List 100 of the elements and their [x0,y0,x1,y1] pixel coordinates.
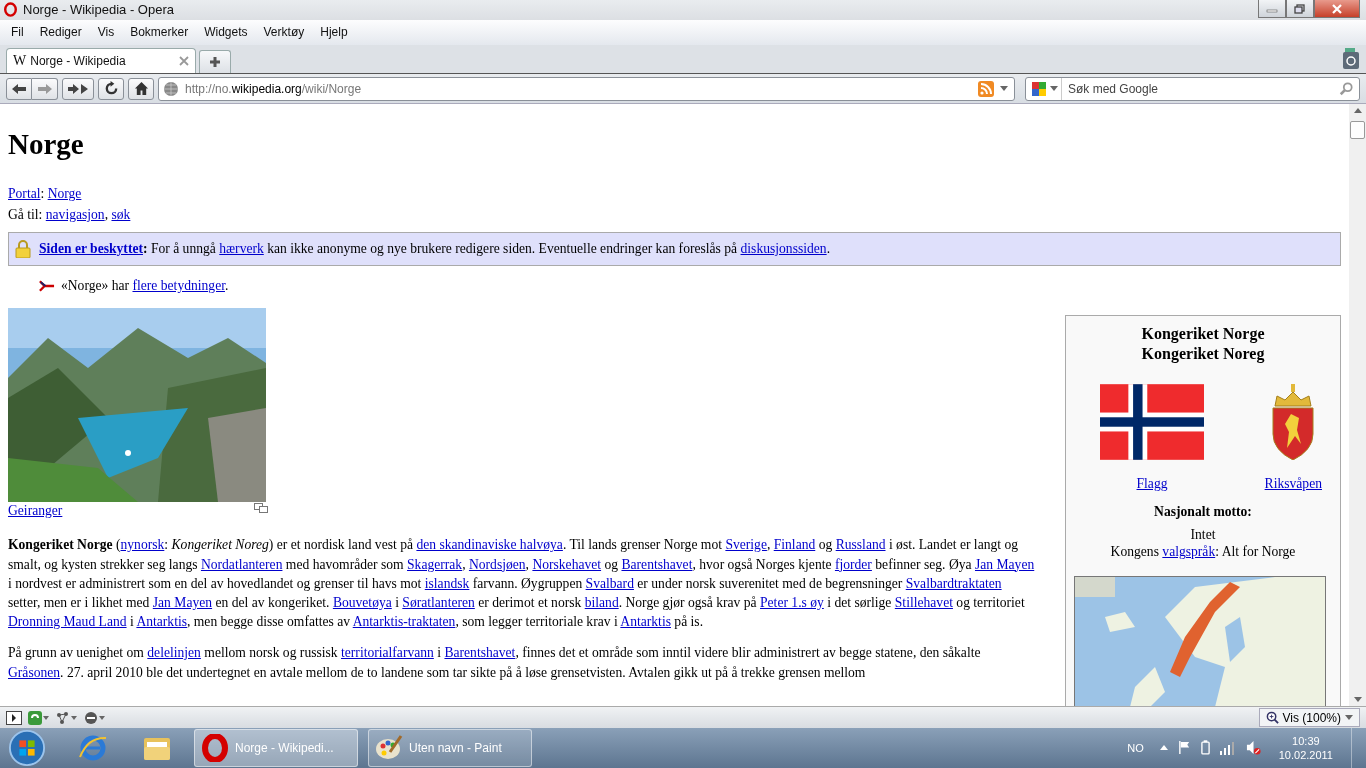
new-tab-button[interactable] [199,49,231,73]
menu-item[interactable]: Hjelp [312,25,356,40]
menu-item[interactable]: Vis [89,25,123,40]
panel-toggle-icon[interactable] [6,710,22,725]
dropdown-icon[interactable] [1050,86,1058,92]
battery-icon[interactable] [1200,740,1210,756]
browser-tab[interactable]: W Norge - Wikipedia [6,47,196,73]
menu-item[interactable]: Bokmerker [122,25,197,40]
back-button[interactable] [6,77,32,100]
restore-icon [1294,3,1306,14]
link[interactable]: Russland [835,537,886,553]
link[interactable]: Bouvetøya [332,594,392,610]
opera-logo-icon [4,2,17,18]
infobox-title: Kongeriket Norge Kongeriket Noreg [1140,324,1266,365]
minimize-button[interactable] [1258,0,1286,18]
link[interactable]: fjorder [834,556,872,572]
zoom-button[interactable]: Vis (100%) [1258,708,1360,728]
caret-icon [1345,715,1353,721]
scrollbar[interactable] [1349,104,1366,707]
signal-icon[interactable] [1219,741,1236,755]
block-icon[interactable] [84,710,106,725]
fast-forward-icon [67,82,89,95]
language-indicator[interactable]: NO [1127,742,1144,754]
link[interactable]: Svalbard [585,575,634,591]
link[interactable]: navigasjon [45,207,105,223]
google-icon[interactable] [1031,80,1047,97]
address-field[interactable]: http://no.wikipedia.org/wiki/Norge [158,76,1015,101]
link[interactable]: den skandinaviske halvøya [416,537,563,553]
link[interactable]: søk [111,207,131,223]
link[interactable]: diskusjonssiden [740,241,827,257]
dropdown-icon[interactable] [1000,86,1008,92]
palette-icon [375,734,403,762]
link[interactable]: Nordsjøen [468,556,526,572]
link[interactable]: Finland [773,537,816,553]
menu-item[interactable]: Fil [3,25,32,40]
search-icon[interactable] [1339,81,1353,96]
internet-explorer-icon[interactable] [78,733,108,763]
link[interactable]: Riksvåpen [1264,476,1322,493]
close-icon[interactable] [179,55,189,66]
flag-icon[interactable] [1177,740,1191,756]
menu-item[interactable]: Rediger [31,25,90,40]
link[interactable]: biland [584,594,619,610]
enlarge-icon[interactable] [254,503,268,514]
start-button[interactable] [8,729,46,767]
link[interactable]: territorialfarvann [341,645,434,661]
fast-forward-button[interactable] [62,77,94,100]
link[interactable]: flere betydninger [132,278,225,294]
clock[interactable]: 10:39 10.02.2011 [1278,734,1333,762]
protection-notice: Siden er beskyttet: For å unngå hærverk kan ikke anonyme og nye brukere redigere siden. Eventuelle endringer kan foreslås på diskusjonssiden. [39,241,831,258]
jump-links: Gå til: navigasjon, søk [8,206,132,225]
scroll-up-icon[interactable] [1353,108,1362,114]
restore-button[interactable] [1286,0,1314,18]
link[interactable]: delelinjen [147,645,201,661]
motto-heading: Nasjonalt motto: [1153,504,1253,521]
paragraph: Kongeriket Norge (nynorsk: Kongeriket Noreg) er et nordisk land vest på den skandinaviske halvøya. Til lands grenser Norge mot Sverige, Finland og Russland i øst. Landet er langt og smalt, og kysten strekker seg langs Nordatlanteren med havområder som Skagerrak, Nordsjøen, Norskehavet og Barentshavet, hvor også Norges kjente fjorder befinner seg. Øya Jan Mayen i nordvest er administrert som en del av hovedlandet og grenser til havs mot islandsk farvann. Øygruppen Svalbard er under norsk suverenitet med de begrensninger Svalbardtraktaten setter, men er i likhet med Jan Mayen en del av kongeriket. Bouvetøya i Søratlanteren er derimot et norsk biland. Norge gjør også krav på Peter 1.s øy i det sørlige Stillehavet og territoriet Dronning Maud Land i Antarktis, men begge disse omfattes av Antarktis-traktaten, som legger territoriale krav i Antarktis på is. [8,536,1036,632]
disambiguation-note: «Norge» har flere betydninger. [61,278,229,295]
link[interactable]: Jan Mayen [152,594,213,610]
page-title: Norge [8,128,85,162]
search-field[interactable]: Søk med Google [1025,76,1360,101]
globe-icon [163,80,179,97]
link[interactable]: Norge [47,186,82,202]
link[interactable]: islandsk [424,575,470,591]
sync-icon[interactable] [28,710,50,725]
link[interactable]: Stillehavet [894,594,953,610]
network-icon[interactable] [56,710,78,725]
split-arrow-icon [38,280,55,293]
link[interactable]: Jan Mayen [974,556,1035,572]
show-hidden-icons-icon[interactable] [1159,745,1168,751]
royal-motto: Kongens valgspråk: Alt for Norge [1109,543,1297,561]
muted-speaker-icon[interactable] [1245,740,1261,756]
paragraph: På grunn av uenighet om delelinjen mellom norsk og russisk territorialfarvann i Barentshavet, finnes det et område som inntil videre blir administrert av begge statene, den såkalte Gråsonen. 27. april 2010 ble det undertegnet en avtale mellom de to landene som tar sikte på å løse grensetvisten. Avtalen gikk ut på å trekke grensen mellom [8,644,982,682]
reload-icon [103,81,119,97]
link[interactable]: Dronning Maud Land [8,614,127,630]
link[interactable]: Antarktis [136,614,187,630]
home-button[interactable] [128,77,154,100]
link[interactable]: Antarktis [620,614,671,630]
lock-icon [15,240,31,259]
back-icon [11,82,27,95]
menu-item[interactable]: Widgets [196,25,256,40]
rss-icon[interactable] [978,80,994,97]
forward-icon [36,82,53,95]
link[interactable]: Svalbardtraktaten [905,575,1002,591]
plus-icon [209,55,221,68]
scroll-thumb[interactable] [1350,121,1365,140]
link[interactable]: hærverk [219,241,264,257]
portal-line: Portal: Norge [8,185,83,204]
menu-item[interactable]: Verktøy [255,25,313,40]
link[interactable]: Flagg [1136,476,1168,493]
link[interactable]: Nordatlanteren [200,556,283,572]
scroll-down-icon[interactable] [1353,697,1362,703]
link[interactable]: Sverige [725,537,767,553]
close-button[interactable] [1314,0,1360,18]
link[interactable]: Peter 1.s øy [760,594,824,610]
reload-button[interactable] [98,77,124,100]
image-caption[interactable]: Geiranger [8,503,63,520]
link[interactable]: Norskehavet [532,556,602,572]
zoom-icon [1265,711,1279,725]
link[interactable]: Søratlanteren [402,594,475,610]
link[interactable]: Siden er beskyttet [39,241,143,257]
home-icon [133,81,149,97]
